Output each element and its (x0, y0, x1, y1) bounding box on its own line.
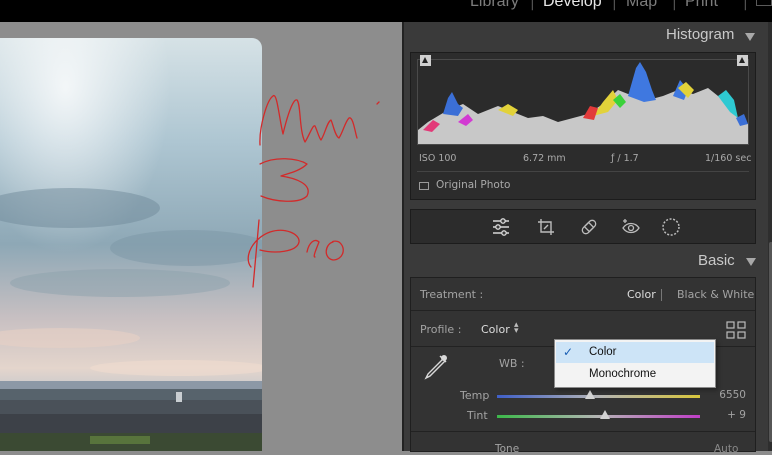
exif-aperture: ƒ / 1.7 (611, 153, 639, 164)
menu-item-color[interactable]: ✓ Color (556, 342, 714, 363)
divider (411, 431, 755, 432)
temp-value[interactable]: 6550 (696, 389, 746, 401)
tool-strip (410, 209, 756, 244)
module-print[interactable]: Print (685, 0, 718, 11)
divider (661, 289, 662, 301)
module-separator: | (612, 0, 617, 11)
exif-iso: ISO 100 (419, 153, 457, 164)
updown-chevron-icon[interactable]: ▴ ▾ (514, 321, 519, 336)
module-map[interactable]: Map (626, 0, 657, 11)
edit-sliders-icon[interactable] (491, 217, 511, 237)
menu-item-label: Color (589, 346, 617, 358)
auto-tone-button[interactable]: Auto (714, 443, 738, 455)
tint-value[interactable]: + 9 (696, 409, 746, 421)
healing-bandage-icon[interactable] (579, 217, 599, 237)
module-separator: | (743, 0, 748, 11)
module-library[interactable]: Library (470, 0, 519, 11)
highlight-clipping-icon[interactable] (737, 55, 748, 66)
exif-shutter: 1/160 sec (705, 153, 752, 164)
treatment-color-option[interactable]: Color (627, 288, 656, 301)
profile-browser-grid-icon[interactable] (726, 321, 746, 339)
collapse-triangle-icon[interactable] (746, 258, 756, 266)
temp-slider-thumb[interactable] (585, 390, 596, 399)
menu-item-monochrome[interactable]: Monochrome (556, 364, 714, 385)
collapse-triangle-icon[interactable] (745, 33, 755, 41)
menu-item-label: Monochrome (589, 368, 657, 380)
module-picker-bar: Library | Develop | Map | Print | (0, 0, 772, 22)
divider (411, 310, 755, 311)
module-develop[interactable]: Develop (543, 0, 602, 11)
red-eye-icon[interactable] (621, 217, 641, 237)
tint-label: Tint (467, 409, 488, 422)
crop-icon[interactable] (536, 217, 556, 237)
profile-dropdown[interactable]: Color (481, 323, 510, 336)
tint-slider-thumb[interactable] (599, 410, 610, 419)
original-photo-checkbox[interactable] (419, 182, 429, 190)
shadow-clipping-icon[interactable] (420, 55, 431, 66)
masking-icon[interactable] (661, 217, 681, 237)
module-separator: | (530, 0, 535, 11)
temp-slider-track[interactable] (497, 395, 700, 398)
wb-label: WB : (499, 357, 525, 370)
handwritten-annotation (247, 95, 380, 288)
tone-label: Tone (495, 443, 520, 455)
basic-title[interactable]: Basic (698, 252, 735, 269)
histogram-title[interactable]: Histogram (666, 26, 734, 43)
checkmark-icon: ✓ (563, 345, 574, 359)
tint-slider-track[interactable] (497, 415, 700, 418)
original-photo-label: Original Photo (436, 179, 511, 191)
exif-focal-length: 6.72 mm (523, 153, 566, 164)
histogram-panel: ISO 100 6.72 mm ƒ / 1.7 1/160 sec Origin… (410, 52, 756, 200)
profile-label: Profile : (420, 323, 462, 336)
temp-label: Temp (460, 389, 490, 402)
photo-canvas[interactable] (0, 22, 402, 451)
profile-dropdown-menu: ✓ Color Monochrome (554, 339, 716, 388)
white-balance-eyedropper-icon[interactable] (420, 350, 452, 382)
treatment-label: Treatment : (420, 288, 484, 301)
module-separator: | (672, 0, 677, 11)
cloud-sync-icon[interactable] (756, 0, 772, 6)
treatment-bw-option[interactable]: Black & White (677, 288, 754, 301)
panel-scrollbar[interactable] (768, 22, 772, 451)
histogram-graph[interactable] (417, 59, 749, 145)
divider (417, 171, 749, 172)
